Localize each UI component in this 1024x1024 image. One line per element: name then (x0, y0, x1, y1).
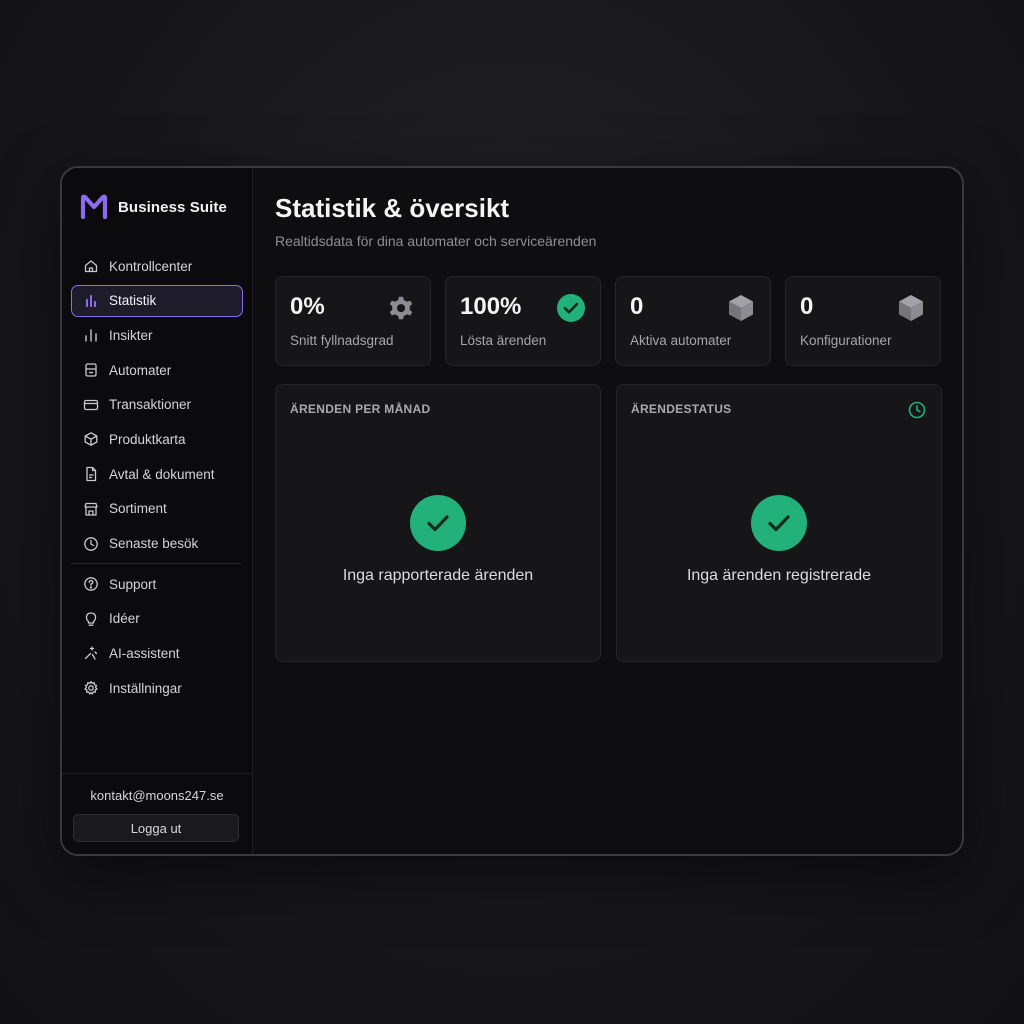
sidebar-divider (71, 563, 241, 564)
insights-icon (83, 327, 99, 343)
sidebar-item-label: Automater (109, 362, 172, 378)
brand-logo-icon (80, 194, 108, 220)
gear-icon (83, 680, 99, 696)
sidebar-item-label: Senaste besök (109, 536, 199, 551)
stat-label: Lösta ärenden (460, 333, 547, 348)
vending-machine-icon (83, 362, 99, 378)
box-icon (83, 431, 99, 447)
store-icon (83, 501, 99, 517)
brand[interactable]: Business Suite (80, 194, 227, 220)
credit-card-icon (83, 397, 99, 413)
sidebar-item-kontrollcenter[interactable]: Kontrollcenter (71, 250, 243, 282)
sidebar-item-insikter[interactable]: Insikter (71, 319, 243, 351)
stat-label: Snitt fyllnadsgrad (290, 333, 394, 348)
sidebar-item-produktkarta[interactable]: Produktkarta (71, 423, 243, 455)
stat-value: 0% (290, 293, 325, 320)
sidebar-footer: kontakt@moons247.se Logga ut (62, 773, 252, 854)
sidebar-secondary-nav: Support Idéer AI-assistent Inställningar (71, 568, 243, 707)
panel-arenden-per-manad: ÄRENDEN PER MÅNAD Inga rapporterade ären… (275, 384, 601, 662)
stat-card-aktiva-automater: 0 Aktiva automater (615, 276, 771, 366)
sidebar-item-label: Sortiment (109, 501, 167, 517)
sidebar-item-installningar[interactable]: Inställningar (71, 672, 243, 704)
app-window: Business Suite Kontrollcenter Statistik … (60, 166, 964, 856)
panel-title: ÄRENDESTATUS (631, 402, 732, 416)
sparkle-icon (83, 645, 99, 661)
stat-label: Konfigurationer (800, 333, 892, 348)
sidebar-item-transaktioner[interactable]: Transaktioner (71, 389, 243, 421)
stat-card-konfigurationer: 0 Konfigurationer (785, 276, 941, 366)
lightbulb-icon (83, 611, 99, 627)
sidebar-nav: Kontrollcenter Statistik Insikter Automa… (71, 250, 243, 562)
cube-icon (896, 293, 926, 323)
sidebar-item-sortiment[interactable]: Sortiment (71, 493, 243, 525)
sidebar-item-ideer[interactable]: Idéer (71, 603, 243, 635)
sidebar-item-label: Inställningar (109, 680, 182, 696)
brand-name: Business Suite (118, 198, 227, 216)
sidebar-item-ai-assistent[interactable]: AI-assistent (71, 637, 243, 669)
sidebar-item-label: Idéer (109, 611, 140, 627)
bar-chart-icon (83, 293, 99, 309)
sidebar-item-label: Transaktioner (109, 397, 192, 413)
sidebar-item-statistik[interactable]: Statistik (71, 284, 243, 317)
document-icon (83, 466, 99, 482)
home-icon (83, 258, 99, 274)
logout-button[interactable]: Logga ut (73, 814, 239, 842)
stat-card-fyllnadsgrad: 0% Snitt fyllnadsgrad (275, 276, 431, 366)
clock-icon (908, 401, 926, 419)
user-email: kontakt@moons247.se (90, 788, 224, 803)
sidebar-item-support[interactable]: Support (71, 568, 243, 600)
page-subtitle: Realtidsdata för dina automater och serv… (275, 233, 597, 249)
empty-state-message: Inga rapporterade ärenden (342, 567, 534, 584)
main-content: Statistik & översikt Realtidsdata för di… (252, 168, 962, 854)
stat-value: 0 (800, 293, 814, 320)
help-icon (83, 576, 99, 592)
sidebar-item-avtal-dokument[interactable]: Avtal & dokument (71, 458, 243, 490)
sidebar-item-label: Produktkarta (109, 431, 186, 447)
check-circle-icon (556, 293, 586, 323)
sidebar-item-label: Support (109, 576, 157, 592)
gear-icon (386, 293, 416, 323)
check-circle-icon (410, 495, 466, 551)
stat-label: Aktiva automater (630, 333, 732, 348)
panel-arendestatus: ÄRENDESTATUS Inga ärenden registrerade (616, 384, 942, 662)
stat-card-losta-arenden: 100% Lösta ärenden (445, 276, 601, 366)
stat-value: 0 (630, 293, 644, 320)
panel-title: ÄRENDEN PER MÅNAD (290, 402, 431, 416)
sidebar-item-label: AI-assistent (109, 645, 180, 661)
sidebar-item-label: Statistik (109, 293, 157, 309)
stat-value: 100% (460, 293, 522, 320)
empty-state-message: Inga ärenden registrerade (686, 567, 872, 584)
sidebar-item-senaste-besok[interactable]: Senaste besök (71, 528, 243, 560)
sidebar-item-automater[interactable]: Automater (71, 354, 243, 386)
check-circle-icon (751, 495, 807, 551)
clock-icon (83, 536, 99, 552)
sidebar-item-label: Insikter (109, 327, 153, 343)
sidebar-item-label: Kontrollcenter (109, 258, 193, 274)
page-title: Statistik & översikt (275, 193, 510, 223)
sidebar: Business Suite Kontrollcenter Statistik … (62, 168, 253, 854)
cube-icon (726, 293, 756, 323)
sidebar-item-label: Avtal & dokument (109, 466, 215, 482)
